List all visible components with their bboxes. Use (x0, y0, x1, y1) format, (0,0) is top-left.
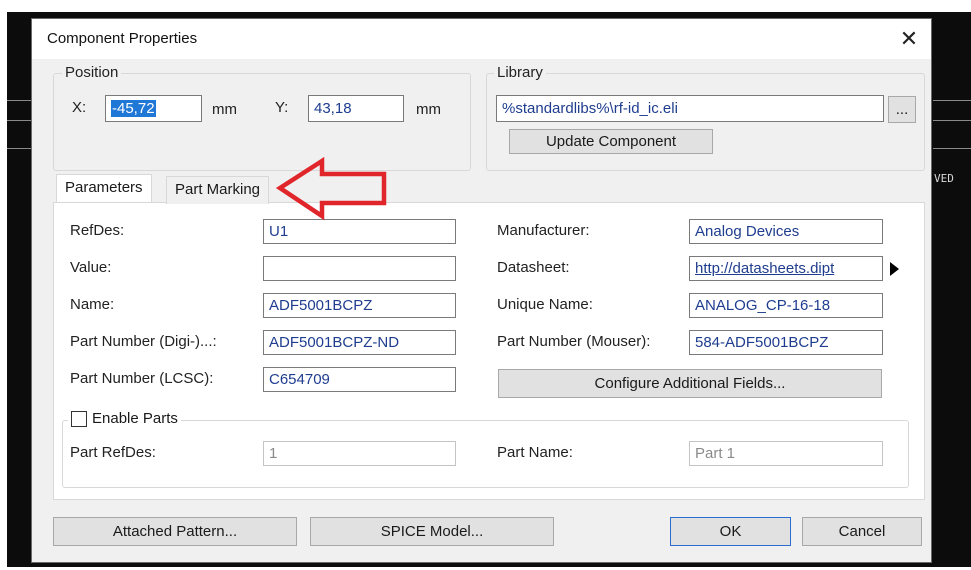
part-number-digi-input[interactable]: ADF5001BCPZ-ND (263, 330, 456, 355)
title-bar: Component Properties ✕ (32, 19, 931, 59)
refdes-input[interactable]: U1 (263, 219, 456, 244)
y-unit: mm (416, 101, 441, 118)
backdrop-line (7, 148, 31, 149)
datasheet-label: Datasheet: (497, 259, 570, 276)
position-legend: Position (62, 64, 122, 81)
part-number-lcsc-input[interactable]: C654709 (263, 367, 456, 392)
part-number-mouser-input[interactable]: 584-ADF5001BCPZ (689, 330, 883, 355)
x-unit: mm (212, 101, 237, 118)
enable-parts-label: Enable Parts (92, 410, 178, 427)
backdrop-line (933, 148, 971, 149)
enable-parts-toggle[interactable]: Enable Parts (68, 410, 181, 427)
manufacturer-input[interactable]: Analog Devices (689, 219, 883, 244)
part-name-label: Part Name: (497, 444, 573, 461)
part-refdes-label: Part RefDes: (70, 444, 156, 461)
spice-model-button[interactable]: SPICE Model... (310, 517, 554, 546)
ok-button[interactable]: OK (670, 517, 791, 546)
update-component-button[interactable]: Update Component (509, 129, 713, 154)
part-number-lcsc-label: Part Number (LCSC): (70, 370, 214, 387)
value-label: Value: (70, 259, 112, 276)
part-refdes-input[interactable]: 1 (263, 441, 456, 466)
library-group (486, 73, 925, 171)
x-input[interactable]: -45,72 (105, 95, 202, 122)
y-label: Y: (275, 99, 289, 116)
x-label: X: (72, 99, 87, 116)
dialog-title: Component Properties (47, 30, 198, 47)
component-properties-dialog: Component Properties ✕ Position X: -45,7… (31, 18, 932, 563)
open-datasheet-arrow-icon[interactable] (890, 262, 899, 276)
x-input-value: -45,72 (111, 100, 156, 117)
value-input[interactable] (263, 256, 456, 281)
manufacturer-label: Manufacturer: (497, 222, 590, 239)
name-label: Name: (70, 296, 115, 313)
datasheet-input[interactable]: http://datasheets.dipt (689, 256, 883, 281)
part-number-mouser-label: Part Number (Mouser): (497, 333, 651, 350)
position-group (53, 73, 471, 171)
browse-library-button[interactable]: ... (888, 96, 916, 123)
refdes-label: RefDes: (70, 222, 125, 239)
library-legend: Library (494, 64, 546, 81)
library-path-input[interactable]: %standardlibs%\rf-id_ic.eli (496, 95, 884, 122)
y-input[interactable]: 43,18 (308, 95, 404, 122)
datasheet-link[interactable]: http://datasheets.dipt (695, 260, 834, 277)
unique-name-label: Unique Name: (497, 296, 593, 313)
part-name-input[interactable]: Part 1 (689, 441, 883, 466)
tab-parameters[interactable]: Parameters (56, 174, 152, 202)
backdrop-line (933, 100, 971, 101)
cancel-button[interactable]: Cancel (802, 517, 922, 546)
unique-name-input[interactable]: ANALOG_CP-16-18 (689, 293, 883, 318)
configure-additional-fields-button[interactable]: Configure Additional Fields... (498, 369, 882, 398)
backdrop-line (7, 120, 31, 121)
enable-parts-checkbox[interactable] (71, 410, 87, 427)
name-input[interactable]: ADF5001BCPZ (263, 293, 456, 318)
attached-pattern-button[interactable]: Attached Pattern... (53, 517, 297, 546)
part-number-digi-label: Part Number (Digi-)...: (70, 333, 217, 350)
backdrop-line (933, 120, 971, 121)
tab-part-marking[interactable]: Part Marking (166, 176, 270, 204)
backdrop-line (7, 100, 31, 101)
close-icon[interactable]: ✕ (894, 25, 924, 53)
backdrop-text: VED (934, 172, 954, 185)
